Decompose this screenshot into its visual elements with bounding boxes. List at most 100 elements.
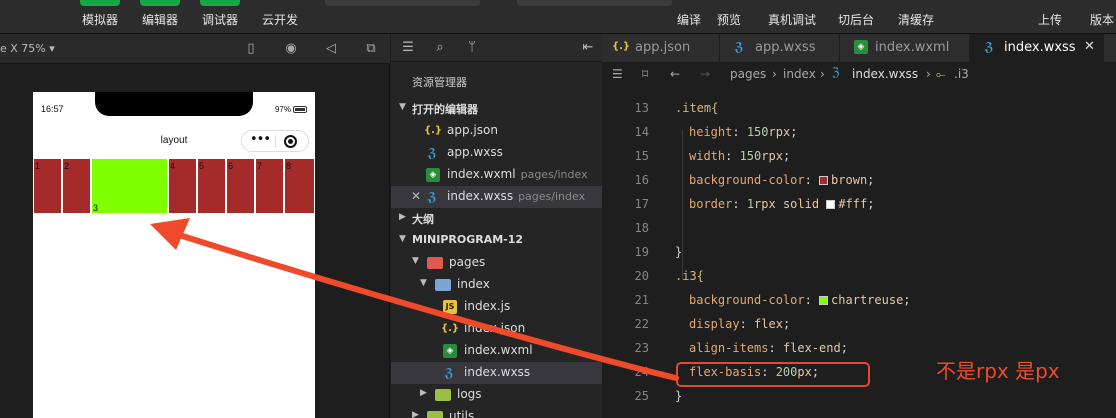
close-target-icon[interactable] (284, 135, 297, 148)
phone-icon[interactable]: ▯ (242, 40, 260, 58)
list-icon[interactable]: ☰ (399, 39, 417, 57)
code-line[interactable]: 13 .item{ (602, 96, 1116, 120)
flex-item: 6 (226, 158, 255, 214)
debugger-label[interactable]: 调试器 (202, 11, 238, 28)
clear-cache-button[interactable]: 清缓存 (898, 11, 934, 28)
section-label: 大纲 (412, 213, 434, 226)
branch-icon[interactable]: ᛘ (463, 39, 481, 57)
tab-label: index.wxss (1004, 40, 1076, 55)
tree-file[interactable]: JS index.js (391, 296, 602, 318)
collapse-panel-icon[interactable]: ⇤ (579, 39, 597, 57)
highlight-box (676, 362, 870, 387)
tree-folder-utils[interactable]: ▶ utils (391, 406, 602, 418)
breadcrumb-item[interactable]: index.wxss (852, 67, 918, 81)
code-line[interactable]: 18 (602, 216, 1116, 240)
code-line[interactable]: 19 } (602, 240, 1116, 264)
item-label: 7 (257, 161, 263, 171)
tab-app-wxss[interactable]: ℨ app.wxss (720, 34, 840, 62)
project-name: MINIPROGRAM-12 (412, 233, 524, 246)
record-icon[interactable]: ◉ (282, 40, 300, 58)
color-swatch[interactable] (819, 296, 829, 305)
switch-background-button[interactable]: 切后台 (838, 11, 874, 28)
simulator-header: e X 75% ▾ ▯ ◉ ◁ ⧉ (0, 34, 390, 64)
line-number: 19 (634, 245, 649, 259)
code-line[interactable]: 15 width: 150rpx; (602, 144, 1116, 168)
open-file-item[interactable]: ◈ index.wxml pages/index (391, 164, 602, 186)
closing-brace: } (675, 245, 683, 259)
outline-section[interactable]: ▶ 大纲 (391, 208, 602, 230)
simulator-label[interactable]: 模拟器 (82, 11, 118, 28)
debugger-toggle-button[interactable] (200, 0, 240, 6)
search-icon[interactable]: ⌕ (431, 39, 449, 57)
compile-button[interactable]: 编译 (677, 11, 701, 28)
code-line[interactable]: 25 } (602, 384, 1116, 408)
file-name: index.json (464, 321, 526, 335)
preview-button[interactable]: 预览 (717, 11, 741, 28)
menu-capsule[interactable]: ••• (241, 130, 309, 152)
json-file-icon: {.} (424, 125, 443, 136)
upload-button[interactable]: 上传 (1038, 11, 1062, 28)
file-path: pages/index (518, 190, 586, 203)
tree-folder-index[interactable]: ▼ index (391, 274, 602, 296)
css-file-icon: ℨ (984, 40, 994, 54)
tree-file[interactable]: {.} index.json (391, 318, 602, 340)
tab-index-wxss[interactable]: ℨ index.wxss ✕ (970, 34, 1104, 62)
device-zoom-select[interactable]: e X 75% ▾ (0, 42, 55, 55)
code-line[interactable]: 22 display: flex; (602, 312, 1116, 336)
value: flex (754, 317, 783, 331)
back-arrow-icon[interactable]: ← (670, 67, 680, 81)
open-file-item[interactable]: ℨ app.wxss (391, 142, 602, 164)
item-label: 6 (228, 161, 234, 171)
item-label: 5 (199, 161, 205, 171)
code-line[interactable]: 17 border: 1rpx solid #fff; (602, 192, 1116, 216)
file-name: app.wxss (447, 145, 503, 159)
forward-arrow-icon[interactable]: → (700, 67, 710, 81)
tab-app-json[interactable]: {.} app.json (602, 34, 720, 62)
folder-icon (435, 389, 451, 401)
editor-toggle-button[interactable] (140, 0, 180, 6)
line-number: 14 (634, 125, 649, 139)
number-value: 1 (746, 197, 755, 211)
cloud-dev-button[interactable]: 云开发 (262, 11, 298, 28)
close-icon[interactable]: ✕ (411, 189, 421, 203)
volume-icon[interactable]: ◁ (322, 40, 340, 58)
line-number: 25 (634, 389, 649, 403)
code-line[interactable]: 16 background-color: brown; (602, 168, 1116, 192)
version-button[interactable]: 版本 (1090, 11, 1114, 28)
top-toolbar: 模拟器 编辑器 调试器 云开发 编译 预览 真机调试 切后台 清缓存 上传 版本 (0, 0, 1116, 34)
flex-item: 2 (62, 158, 91, 214)
compile-mode-select[interactable] (517, 0, 672, 6)
chevron-right-icon: ▶ (420, 388, 427, 398)
breadcrumb-item[interactable]: .i3 (954, 67, 969, 81)
list-icon[interactable]: ☰ (612, 67, 623, 81)
chevron-right-icon: › (926, 67, 931, 81)
simulator-toggle-button[interactable] (80, 0, 120, 6)
tree-file[interactable]: ◈ index.wxml (391, 340, 602, 362)
open-file-item-active[interactable]: ✕ ℨ index.wxss pages/index (391, 186, 602, 208)
breadcrumb-item[interactable]: index (783, 67, 816, 81)
tree-file-active[interactable]: ℨ index.wxss (391, 362, 602, 384)
more-icon[interactable]: ••• (250, 132, 271, 147)
tree-folder-logs[interactable]: ▶ logs (391, 384, 602, 406)
js-file-icon: JS (443, 300, 457, 314)
color-swatch[interactable] (819, 176, 829, 185)
code-line[interactable]: 21 background-color: chartreuse; (602, 288, 1116, 312)
symbol-icon: ⟜ (936, 67, 946, 81)
real-device-debug-button[interactable]: 真机调试 (768, 11, 816, 28)
project-section[interactable]: ▼ MINIPROGRAM-12 (391, 230, 602, 252)
window-icon[interactable]: ⧉ (362, 40, 380, 58)
open-file-item[interactable]: {.} app.json (391, 120, 602, 142)
bookmark-icon[interactable]: ⌑ (642, 67, 648, 81)
breadcrumb-item[interactable]: pages (730, 67, 766, 81)
open-editors-section[interactable]: ▼ 打开的编辑器 (391, 98, 602, 120)
tree-folder-pages[interactable]: ▼ pages (391, 252, 602, 274)
editor-label[interactable]: 编辑器 (142, 11, 178, 28)
tab-index-wxml[interactable]: ◈ index.wxml (840, 34, 970, 62)
mode-select[interactable] (325, 0, 480, 6)
color-swatch[interactable] (826, 200, 836, 209)
code-line[interactable]: 20 .i3{ (602, 264, 1116, 288)
chevron-down-icon: ▼ (399, 102, 406, 112)
property: background-color (689, 173, 805, 187)
close-icon[interactable]: ✕ (1084, 39, 1095, 54)
code-line[interactable]: 14 height: 150rpx; (602, 120, 1116, 144)
